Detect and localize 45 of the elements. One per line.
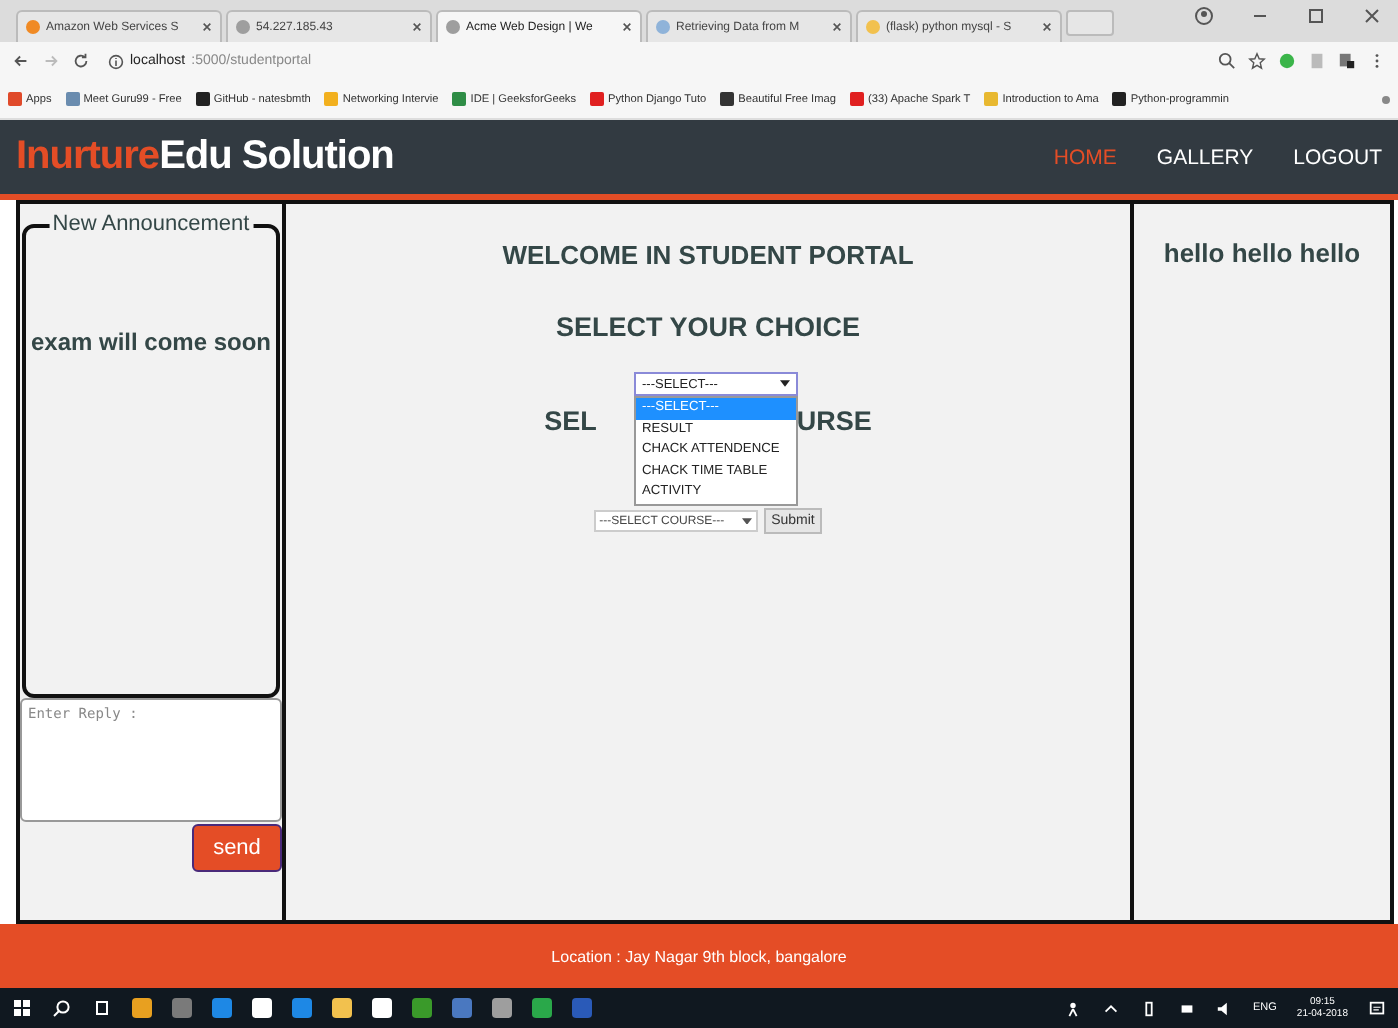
notification-icon[interactable] (1368, 999, 1386, 1017)
app-icon[interactable] (412, 998, 432, 1018)
app-icon[interactable] (132, 998, 152, 1018)
choice-heading: SELECT YOUR CHOICE (555, 312, 861, 342)
announcement-text: exam will come soon (28, 328, 274, 356)
task-view-icon[interactable] (92, 998, 112, 1018)
send-button[interactable]: send (192, 824, 282, 872)
windows-start-icon[interactable] (12, 998, 32, 1018)
portal-title: WELCOME IN STUDENT PORTAL (502, 240, 914, 270)
close-icon[interactable] (412, 22, 422, 32)
info-icon (108, 53, 124, 69)
star-icon[interactable] (1248, 52, 1266, 70)
close-icon[interactable] (1042, 22, 1052, 32)
close-icon[interactable] (832, 22, 842, 32)
course-heading: SEL (544, 406, 597, 436)
app-icon[interactable] (372, 998, 392, 1018)
app-icon[interactable] (292, 998, 312, 1018)
location-text: Location : Jay Nagar 9th block, bangalore (551, 947, 847, 965)
person-icon[interactable] (1063, 999, 1081, 1017)
close-icon[interactable] (1362, 5, 1382, 25)
greeting-text: hello hello hello (1161, 238, 1363, 268)
app-icon[interactable] (172, 998, 192, 1018)
course-heading: URSE (796, 406, 872, 436)
app-icon[interactable] (532, 998, 552, 1018)
speaker-icon[interactable] (1215, 999, 1233, 1017)
app-icon[interactable] (452, 998, 472, 1018)
maximize-icon[interactable] (1306, 5, 1326, 25)
close-icon[interactable] (622, 22, 632, 32)
brand-logo[interactable]: InurtureEdu Solution (16, 134, 1054, 180)
app-icon[interactable] (212, 998, 232, 1018)
close-icon[interactable] (202, 22, 212, 32)
app-icon[interactable] (252, 998, 272, 1018)
battery-icon[interactable] (1139, 999, 1157, 1017)
zoom-icon[interactable] (1218, 52, 1236, 70)
nav-link[interactable]: GALLERY (1156, 145, 1254, 169)
app-icon[interactable] (492, 998, 512, 1018)
search-icon[interactable] (52, 998, 72, 1018)
caret-icon (741, 517, 752, 525)
account-icon[interactable] (1194, 5, 1214, 25)
caret-icon (780, 380, 790, 388)
nav-link[interactable]: LOGOUT (1293, 145, 1382, 169)
fieldset-legend: New Announcement (48, 212, 254, 236)
reload-icon[interactable] (72, 52, 90, 70)
app-icon[interactable] (332, 998, 352, 1018)
back-arrow-icon[interactable] (12, 52, 30, 70)
